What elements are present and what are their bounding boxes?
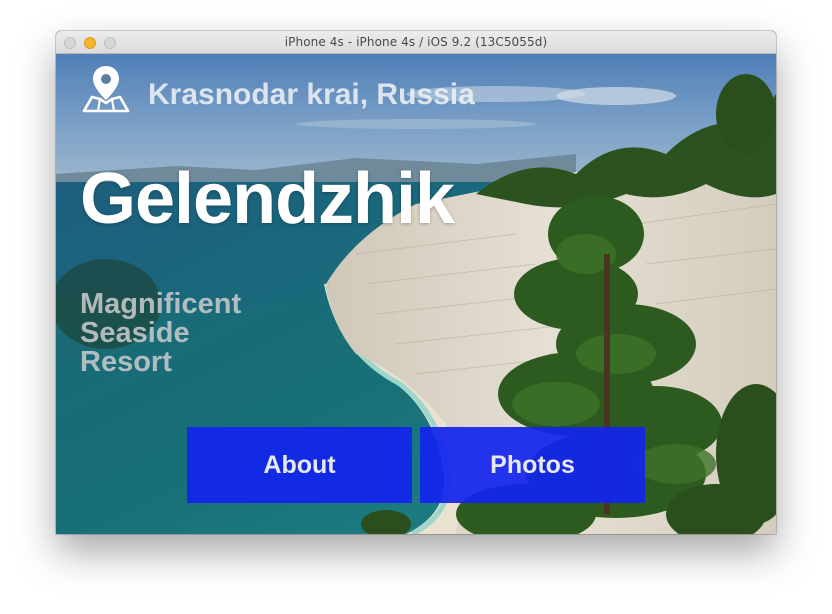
app-screen: Krasnodar krai, Russia Gelendzhik Magnif… xyxy=(56,54,776,534)
window-title: iPhone 4s - iPhone 4s / iOS 9.2 (13C5055… xyxy=(284,35,548,49)
title-bar: iPhone 4s - iPhone 4s / iOS 9.2 (13C5055… xyxy=(56,31,776,54)
tagline: Magnificent Seaside Resort xyxy=(80,290,241,377)
simulator-window: iPhone 4s - iPhone 4s / iOS 9.2 (13C5055… xyxy=(56,31,776,534)
tagline-line: Seaside xyxy=(80,317,190,349)
location-label: Krasnodar krai, Russia xyxy=(148,78,475,111)
photos-button[interactable]: Photos xyxy=(420,427,645,503)
map-pin-icon xyxy=(82,66,130,113)
tagline-line: Magnificent xyxy=(80,288,242,320)
city-title: Gelendzhik xyxy=(80,159,455,239)
tagline-line: Resort xyxy=(80,346,172,378)
about-button[interactable]: About xyxy=(187,427,412,503)
